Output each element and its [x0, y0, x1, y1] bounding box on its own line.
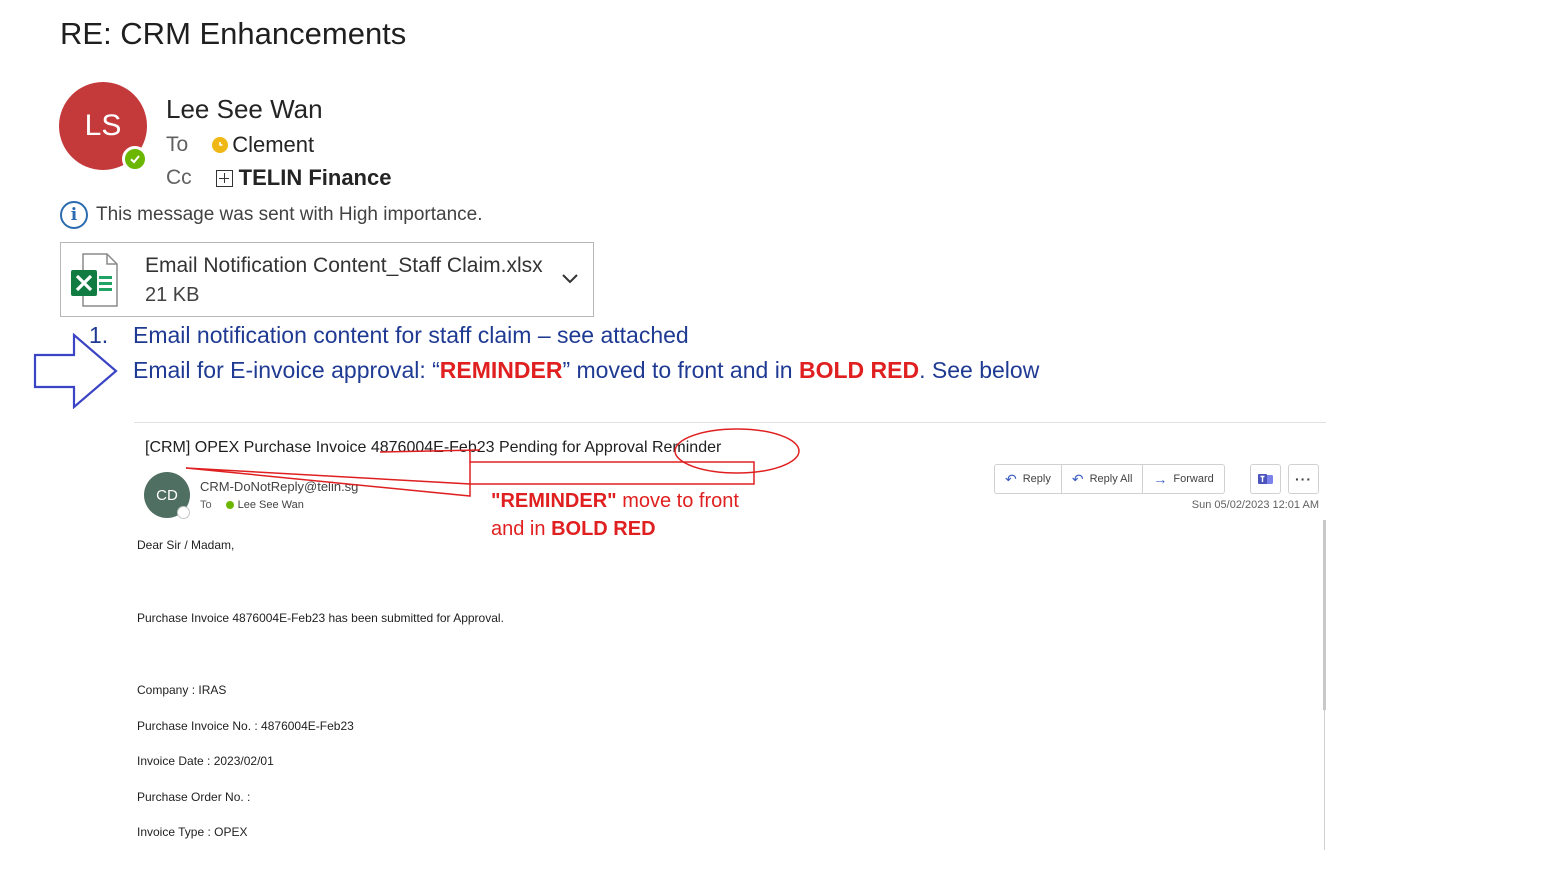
annotation-text-2: and in [491, 518, 552, 540]
forward-button[interactable]: → Forward [1143, 465, 1223, 493]
embedded-presence-icon [177, 506, 190, 519]
reply-all-button[interactable]: ↶ Reply All [1062, 465, 1144, 493]
embedded-invoice-date: Invoice Date : 2023/02/01 [137, 754, 274, 768]
importance-banner: i This message was sent with High import… [60, 201, 483, 229]
presence-away-icon [212, 137, 229, 153]
annotation-text-1: move to front [616, 490, 739, 512]
forward-icon: → [1153, 471, 1168, 487]
reply-label: Reply [1022, 473, 1051, 485]
chevron-down-icon[interactable] [559, 267, 581, 289]
list-item-2-bold-red: BOLD RED [798, 357, 920, 383]
attachment-size: 21 KB [145, 284, 200, 306]
embedded-to-label: To [200, 499, 212, 511]
embedded-sender[interactable]: CRM-DoNotReply@telin.sg [200, 479, 358, 494]
cc-row: Cc TELIN Finance [166, 165, 391, 191]
list-item-2-text-c: ” moved to front and in [562, 357, 799, 383]
presence-available-icon [122, 146, 148, 172]
recipient-clement[interactable]: Clement [232, 132, 314, 158]
embedded-invoice-no: Purchase Invoice No. : 4876004E-Feb23 [137, 719, 354, 733]
embedded-date: Sun 05/02/2023 12:01 AM [1191, 499, 1319, 511]
embedded-recipient[interactable]: Lee See Wan [238, 499, 304, 511]
reply-icon: ↶ [1005, 470, 1017, 487]
email-subject: RE: CRM Enhancements [60, 16, 407, 51]
reply-all-icon: ↶ [1071, 470, 1084, 487]
embedded-company: Company : IRAS [137, 683, 227, 697]
list-item-2-reminder: REMINDER [439, 357, 563, 383]
teams-icon [1257, 474, 1273, 484]
embedded-action-bar: ↶ Reply ↶ Reply All → Forward [994, 464, 1225, 494]
recipient-telin-finance[interactable]: TELIN Finance [239, 165, 392, 191]
embedded-subject: [CRM] OPEX Purchase Invoice 4876004E-Feb… [145, 439, 722, 456]
info-icon: i [60, 201, 88, 229]
embedded-divider [134, 422, 1326, 423]
annotation-reminder: "REMINDER" [491, 490, 617, 512]
reply-all-label: Reply All [1089, 473, 1133, 485]
attachment-name: Email Notification Content_Staff Claim.x… [145, 254, 543, 277]
list-item-1-text: Email notification content for staff cla… [133, 322, 689, 348]
pointer-arrow-icon [33, 333, 118, 409]
importance-text: This message was sent with High importan… [96, 204, 483, 225]
embedded-presence-dot-icon [225, 501, 234, 509]
embedded-scrollbar[interactable] [1323, 520, 1326, 710]
embedded-greeting: Dear Sir / Madam, [137, 538, 235, 552]
annotation-note: "REMINDER" move to front and in BOLD RED [491, 487, 739, 543]
list-item-1: 1. Email notification content for staff … [89, 322, 789, 348]
cc-label: Cc [166, 166, 192, 189]
embedded-invoice-type: Invoice Type : OPEX [137, 825, 248, 839]
attachment-card[interactable]: Email Notification Content_Staff Claim.x… [60, 242, 594, 317]
embedded-po-no: Purchase Order No. : [137, 790, 251, 804]
list-item-2-text-e: . See below [919, 357, 1040, 383]
embedded-to-row: To Lee See Wan [200, 499, 304, 511]
list-item-2-text-a: Email for E-invoice approval: “ [133, 357, 440, 383]
reply-button[interactable]: ↶ Reply [995, 465, 1062, 493]
teams-button[interactable] [1250, 464, 1281, 494]
excel-file-icon [71, 253, 118, 307]
sender-name[interactable]: Lee See Wan [166, 94, 323, 125]
embedded-line-1: Purchase Invoice 4876004E-Feb23 has been… [137, 611, 504, 625]
annotation-bold-red: BOLD RED [551, 518, 656, 540]
forward-label: Forward [1173, 473, 1214, 485]
to-row: To Clement [166, 132, 314, 158]
expand-group-icon[interactable] [215, 169, 233, 187]
to-label: To [166, 133, 189, 156]
more-actions-button[interactable]: ··· [1288, 464, 1319, 494]
list-item-2: Email for E-invoice approval: “REMINDER”… [133, 357, 1039, 384]
